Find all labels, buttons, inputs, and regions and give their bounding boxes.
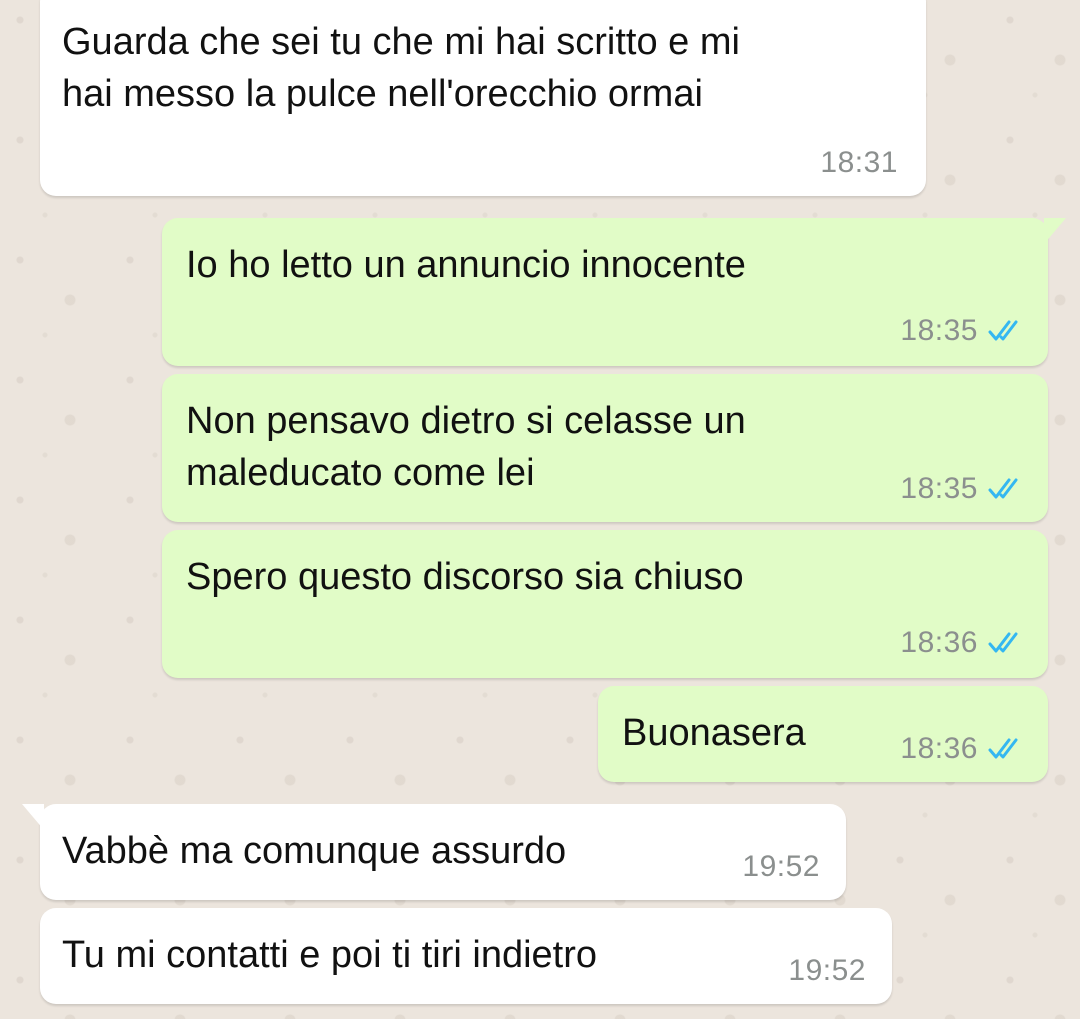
message-time: 18:35: [900, 314, 978, 347]
message-time: 18:36: [900, 626, 978, 659]
double-check-read-icon: [988, 738, 1018, 759]
double-check-read-icon: [988, 632, 1018, 653]
message-time: 18:36: [900, 732, 978, 765]
message-meta: 18:36: [900, 732, 1022, 766]
message-text: Vabbè ma comunque assurdo: [62, 830, 567, 872]
message-bubble-incoming[interactable]: Tu mi contatti e poi ti tiri indietro 19…: [40, 908, 892, 1004]
message-text: Guarda che sei tu che mi hai scritto e m…: [62, 21, 740, 115]
message-time: 19:52: [742, 850, 820, 883]
message-time: 18:31: [820, 146, 898, 179]
message-bubble-incoming[interactable]: Vabbè ma comunque assurdo 19:52: [22, 804, 846, 900]
message-meta: 18:31: [820, 146, 898, 180]
double-check-read-icon: [988, 478, 1018, 499]
message-text: Non pensavo dietro si celasse un maleduc…: [186, 400, 746, 494]
message-time: 18:35: [900, 472, 978, 505]
message-bubble-outgoing[interactable]: Buonasera 18:36: [598, 686, 1048, 782]
message-meta: 19:52: [788, 954, 866, 988]
message-text: Tu mi contatti e poi ti tiri indietro: [62, 934, 598, 976]
message-bubble-outgoing[interactable]: Spero questo discorso sia chiuso 18:36: [162, 530, 1048, 678]
message-bubble-outgoing[interactable]: Io ho letto un annuncio innocente 18:35: [162, 218, 1066, 366]
message-bubble-incoming[interactable]: Guarda che sei tu che mi hai scritto e m…: [40, 0, 926, 196]
message-text: Io ho letto un annuncio innocente: [186, 244, 746, 286]
message-list[interactable]: Guarda che sei tu che mi hai scritto e m…: [0, 0, 1080, 1019]
message-meta: 18:36: [900, 626, 1022, 660]
bubble-tail: [1044, 218, 1066, 244]
message-meta: 19:52: [742, 850, 820, 884]
message-time: 19:52: [788, 954, 866, 987]
bubble-tail: [22, 804, 44, 830]
double-check-read-icon: [988, 320, 1018, 341]
message-bubble-outgoing[interactable]: Non pensavo dietro si celasse un maleduc…: [162, 374, 1048, 522]
message-meta: 18:35: [900, 314, 1022, 348]
message-text: Spero questo discorso sia chiuso: [186, 556, 744, 598]
message-text: Buonasera: [622, 712, 806, 754]
message-meta: 18:35: [900, 472, 1022, 506]
